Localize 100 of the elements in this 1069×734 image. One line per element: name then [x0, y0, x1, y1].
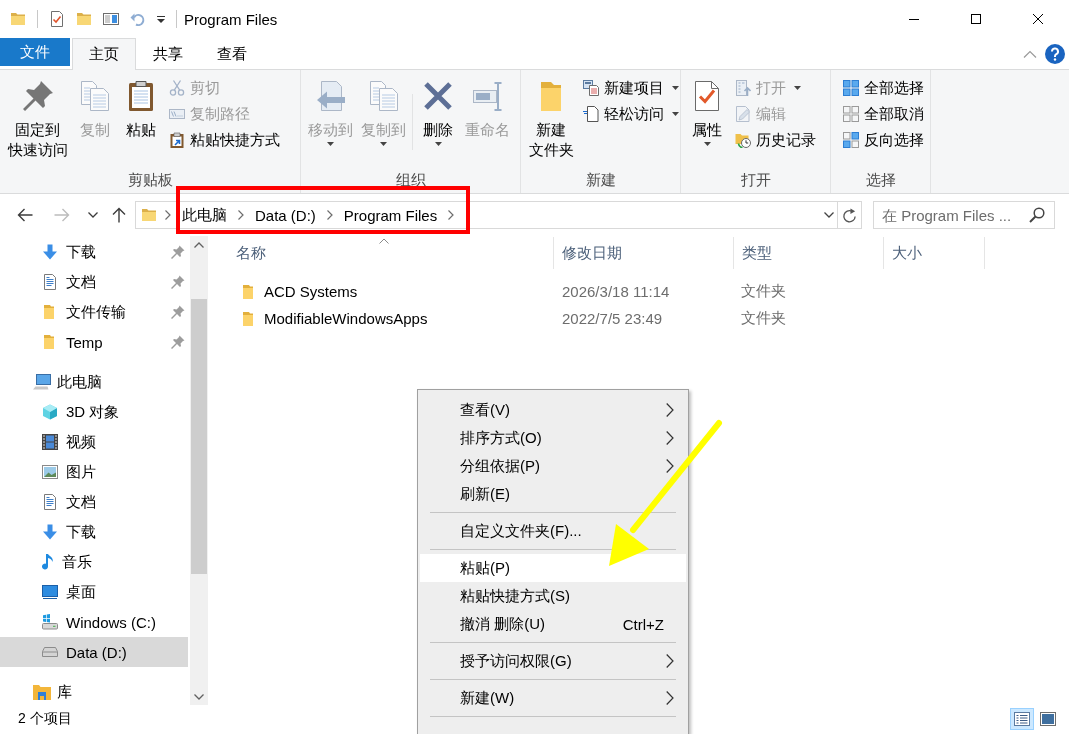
ribbon-group-label: 组织 — [394, 170, 427, 190]
chevron-right-icon — [666, 403, 674, 417]
ribbon-button[interactable]: 全部选择 — [840, 75, 927, 101]
view-button[interactable] — [1010, 708, 1034, 730]
breadcrumb[interactable]: 此电脑 — [171, 202, 238, 228]
nav-item[interactable]: 下载 — [0, 237, 188, 267]
ribbon-group-label: 打开 — [739, 170, 772, 190]
breadcrumb[interactable]: Data (D:) — [244, 202, 327, 228]
ribbon-button[interactable]: 反向选择 — [840, 127, 927, 153]
ribbon-button[interactable]: 属性 — [686, 74, 728, 148]
ribbon-button[interactable]: 新建文件夹 — [526, 74, 576, 162]
menu-item[interactable]: 查看(V) — [420, 396, 686, 424]
check-document-icon[interactable] — [49, 11, 65, 27]
column-header[interactable]: 修改日期 — [554, 237, 734, 269]
ribbon-tab[interactable]: 共享 — [136, 38, 200, 69]
nav-item[interactable]: 此电脑 — [0, 367, 188, 397]
chevron-down-icon — [88, 212, 98, 218]
window-and-page-icon — [583, 80, 599, 96]
scrollbar-thumb[interactable] — [191, 299, 207, 574]
copy-icon — [79, 80, 111, 112]
nav-item[interactable]: 视频 — [0, 427, 188, 457]
caret-down-icon[interactable] — [157, 15, 165, 23]
chevron-up-icon — [194, 241, 204, 248]
chevron-right-icon[interactable] — [326, 210, 333, 220]
menu-item[interactable]: 粘贴(P) — [420, 554, 686, 582]
modified-date: 2026/3/18 11:14 — [561, 283, 670, 300]
nav-item[interactable]: 音乐 — [0, 547, 188, 577]
chevron-right-icon[interactable] — [448, 210, 455, 220]
ribbon-tab[interactable]: 主页 — [72, 38, 136, 70]
nav-item[interactable]: 文件传输 — [0, 297, 188, 327]
text-cursor-icon — [471, 80, 504, 112]
ribbon-button[interactable]: 粘贴快捷方式 — [166, 127, 283, 153]
minimize-icon — [909, 18, 919, 20]
ribbon-button[interactable]: 删除 — [417, 74, 459, 148]
sort-caret-icon — [379, 238, 389, 244]
nav-item[interactable]: Data (D:) — [0, 637, 188, 667]
folder-clock-icon — [735, 132, 751, 148]
menu-item[interactable]: 分组依据(P) — [420, 452, 686, 480]
caret-down-icon — [434, 142, 442, 146]
nav-item[interactable]: 文档 — [0, 487, 188, 517]
search-field[interactable]: 在 Program Files ... — [873, 201, 1055, 229]
help-icon[interactable] — [1045, 43, 1065, 64]
nav-item[interactable]: 下载 — [0, 517, 188, 547]
window-pane-icon[interactable] — [103, 11, 119, 27]
nav-item[interactable]: Windows (C:) — [0, 607, 188, 637]
column-header[interactable]: 大小 — [884, 237, 985, 269]
menu-item[interactable]: 新建(W) — [420, 684, 686, 712]
chevron-right-icon[interactable] — [165, 210, 171, 220]
chevron-right-icon — [666, 459, 674, 473]
pin-icon — [171, 335, 185, 349]
document-icon — [583, 106, 599, 122]
ribbon-button[interactable]: 全部取消 — [840, 101, 927, 127]
chevron-down-icon[interactable] — [824, 212, 834, 218]
breadcrumb[interactable]: Program Files — [332, 202, 449, 228]
modified-date: 2022/7/5 23:49 — [561, 310, 663, 327]
filled-grid-icon — [843, 80, 859, 96]
shortcut-text: Ctrl+Z — [622, 615, 664, 633]
list-view-icon — [1014, 712, 1030, 726]
drive-icon — [42, 647, 58, 657]
column-header[interactable]: 名称 — [215, 237, 554, 269]
address-bar[interactable]: 此电脑 Data (D:) Program Files — [135, 201, 862, 229]
pencil-document-icon — [735, 106, 751, 122]
menu-item[interactable]: 撤消 删除(U) Ctrl+Z — [420, 610, 686, 638]
menu-item[interactable]: 授予访问权限(G) — [420, 647, 686, 675]
library-folder-icon — [33, 684, 51, 700]
ribbon-button[interactable]: 历史记录 — [732, 127, 819, 153]
column-header[interactable]: 类型 — [734, 237, 884, 269]
chevron-down-icon — [194, 693, 204, 700]
checkered-grid-icon — [843, 132, 859, 148]
ribbon-button[interactable]: 固定到快速访问 — [5, 74, 70, 162]
nav-item[interactable]: Temp — [0, 327, 188, 357]
menu-item[interactable]: 刷新(E) — [420, 480, 686, 508]
nav-item[interactable]: 文档 — [0, 267, 188, 297]
window-title: Program Files — [184, 10, 278, 28]
copy-icon — [367, 80, 400, 112]
pin-icon — [171, 305, 185, 319]
caret-down-icon — [380, 142, 387, 146]
file-name[interactable]: ModifiableWindowsApps — [264, 310, 428, 327]
menu-item[interactable]: 自定义文件夹(F)... — [420, 517, 686, 545]
computer-icon — [33, 374, 51, 390]
menu-item[interactable]: 粘贴快捷方式(S) — [420, 582, 686, 610]
nav-item[interactable]: 图片 — [0, 457, 188, 487]
download-icon — [42, 244, 58, 260]
pin-icon — [171, 275, 185, 289]
nav-item[interactable]: 库 — [0, 677, 188, 705]
back-arrow-icon — [17, 208, 33, 222]
ribbon-button[interactable]: 粘贴 — [120, 74, 162, 142]
ribbon-button[interactable]: 新建项目 — [580, 75, 682, 101]
file-name[interactable]: ACD Systems — [264, 283, 358, 300]
chevron-right-icon — [666, 431, 674, 445]
menu-item[interactable]: 排序方式(O) — [420, 424, 686, 452]
ribbon-button[interactable]: 轻松访问 — [580, 101, 682, 127]
nav-item[interactable]: 3D 对象 — [0, 397, 188, 427]
ribbon-tab[interactable]: 文件 — [0, 38, 70, 66]
large-tile-icon — [1040, 712, 1056, 726]
nav-item[interactable]: 桌面 — [0, 577, 188, 607]
chevron-right-icon[interactable] — [238, 210, 244, 220]
empty-grid-icon — [843, 106, 859, 122]
ribbon-tab[interactable]: 查看 — [200, 38, 264, 69]
chevron-right-icon — [666, 691, 674, 705]
